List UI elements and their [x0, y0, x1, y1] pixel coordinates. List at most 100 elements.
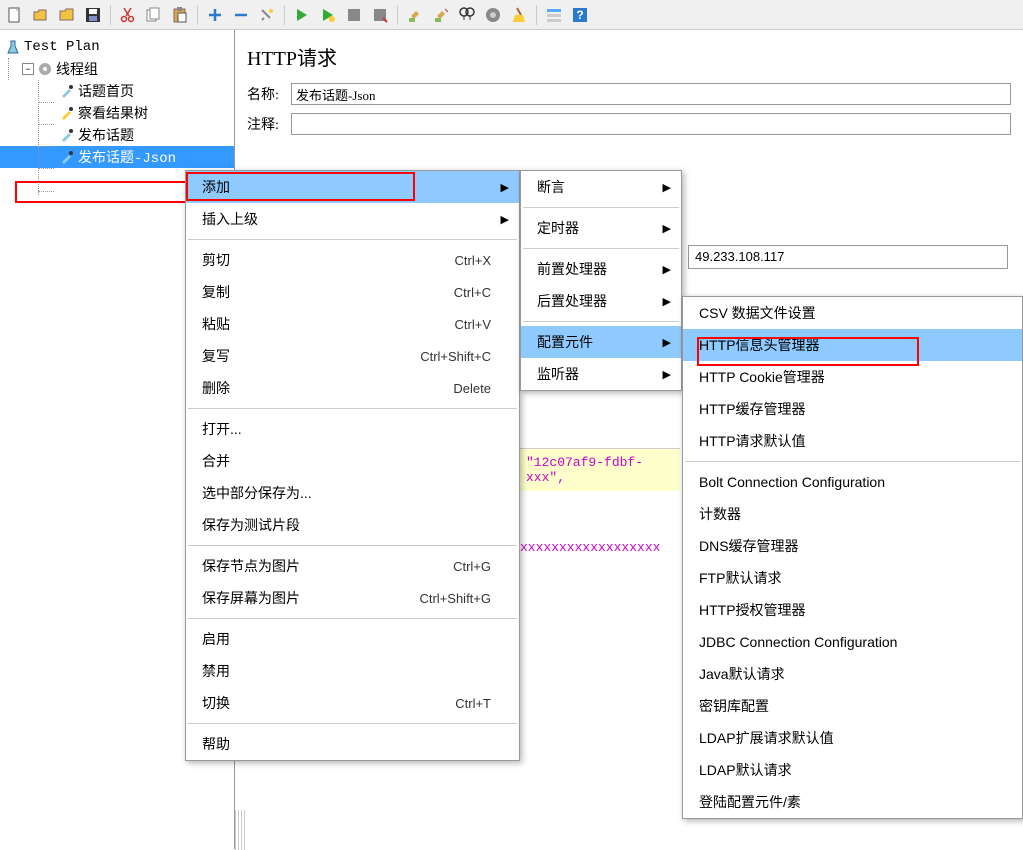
ctx-add-item[interactable]: 断言▶: [521, 171, 681, 203]
tree-thread-label: 线程组: [56, 59, 98, 79]
ctx-main-item[interactable]: 复制Ctrl+C: [186, 276, 519, 308]
ctx-add-item[interactable]: 定时器▶: [521, 212, 681, 244]
toggle-icon[interactable]: [256, 4, 278, 26]
clear-icon[interactable]: [404, 4, 426, 26]
ctx-main-item[interactable]: 剪切Ctrl+X: [186, 244, 519, 276]
menu-item-label: 保存节点为图片: [202, 556, 413, 576]
name-input[interactable]: [291, 83, 1011, 105]
context-menu-add: 断言▶定时器▶前置处理器▶后置处理器▶配置元件▶监听器▶: [520, 170, 682, 391]
run-notimer-icon[interactable]: [317, 4, 339, 26]
menu-item-label: 合并: [202, 451, 491, 471]
clear-all-icon[interactable]: [430, 4, 452, 26]
collapse-icon[interactable]: [230, 4, 252, 26]
cut-icon[interactable]: [117, 4, 139, 26]
sampler-icon: [58, 126, 76, 144]
ctx-main-item[interactable]: 打开...: [186, 413, 519, 445]
ctx-config-item[interactable]: HTTP信息头管理器: [683, 329, 1022, 361]
ctx-config-item[interactable]: CSV 数据文件设置: [683, 297, 1022, 329]
ctx-main-item[interactable]: 删除Delete: [186, 372, 519, 404]
menu-item-label: 选中部分保存为...: [202, 483, 491, 503]
menu-item-label: 打开...: [202, 419, 491, 439]
menu-item-label: 登陆配置元件/素: [699, 792, 994, 812]
ctx-main-item[interactable]: 保存为测试片段: [186, 509, 519, 541]
ctx-main-item[interactable]: 启用: [186, 623, 519, 655]
ctx-config-item[interactable]: HTTP授权管理器: [683, 594, 1022, 626]
ctx-main-item[interactable]: 帮助: [186, 728, 519, 760]
open-icon[interactable]: [30, 4, 52, 26]
stop-icon[interactable]: [343, 4, 365, 26]
submenu-arrow-icon: ▶: [663, 181, 671, 194]
ctx-main-item[interactable]: 复写 Ctrl+Shift+C: [186, 340, 519, 372]
menu-separator: [188, 239, 517, 240]
ctx-add-item[interactable]: 监听器▶: [521, 358, 681, 390]
ctx-config-item[interactable]: HTTP缓存管理器: [683, 393, 1022, 425]
tree-item-2[interactable]: 发布话题: [0, 124, 234, 146]
template-icon[interactable]: [543, 4, 565, 26]
menu-separator: [188, 408, 517, 409]
ctx-config-item[interactable]: LDAP默认请求: [683, 754, 1022, 786]
run-icon[interactable]: [291, 4, 313, 26]
comment-input[interactable]: [291, 113, 1011, 135]
tree-item-0[interactable]: 话题首页: [0, 80, 234, 102]
menu-shortcut: Ctrl+Shift+C: [420, 349, 491, 364]
help-icon[interactable]: ?: [569, 4, 591, 26]
folder-icon[interactable]: [56, 4, 78, 26]
ctx-main-item[interactable]: 保存屏幕为图片Ctrl+Shift+G: [186, 582, 519, 614]
ctx-main-item[interactable]: 切换Ctrl+T: [186, 687, 519, 719]
menu-shortcut: Ctrl+V: [455, 317, 491, 332]
menu-separator: [188, 618, 517, 619]
menu-item-label: HTTP Cookie管理器: [699, 367, 994, 387]
menu-item-label: 计数器: [699, 504, 994, 524]
ctx-main-item[interactable]: 保存节点为图片Ctrl+G: [186, 550, 519, 582]
ctx-main-item[interactable]: 插入上级▶: [186, 203, 519, 235]
server-ip-input[interactable]: 49.233.108.117: [688, 245, 1008, 269]
ctx-main-item[interactable]: 禁用: [186, 655, 519, 687]
new-file-icon[interactable]: [4, 4, 26, 26]
ctx-main-item[interactable]: 粘贴 Ctrl+V: [186, 308, 519, 340]
tree-item-1[interactable]: 察看结果树: [0, 102, 234, 124]
tree-item-3-selected[interactable]: 发布话题-Json: [0, 146, 234, 168]
ctx-config-item[interactable]: Bolt Connection Configuration: [683, 466, 1022, 498]
shutdown-icon[interactable]: [369, 4, 391, 26]
main-toolbar: ?: [0, 0, 1023, 30]
ctx-add-item[interactable]: 配置元件▶: [521, 326, 681, 358]
ctx-add-item[interactable]: 前置处理器▶: [521, 253, 681, 285]
ctx-config-item[interactable]: HTTP Cookie管理器: [683, 361, 1022, 393]
ctx-main-item[interactable]: 选中部分保存为...: [186, 477, 519, 509]
ctx-add-item[interactable]: 后置处理器▶: [521, 285, 681, 317]
ctx-config-item[interactable]: Java默认请求: [683, 658, 1022, 690]
menu-item-label: CSV 数据文件设置: [699, 303, 994, 323]
splitter-handle[interactable]: [235, 810, 245, 850]
broom-icon[interactable]: [508, 4, 530, 26]
ctx-config-item[interactable]: 计数器: [683, 498, 1022, 530]
menu-item-label: 监听器: [537, 364, 653, 384]
collapse-btn[interactable]: −: [22, 63, 34, 75]
ctx-config-item[interactable]: HTTP请求默认值: [683, 425, 1022, 457]
menu-item-label: 保存为测试片段: [202, 515, 491, 535]
menu-item-label: 删除: [202, 378, 413, 398]
menu-item-label: 定时器: [537, 218, 653, 238]
menu-item-label: 复写: [202, 346, 380, 366]
copy-icon[interactable]: [143, 4, 165, 26]
ctx-config-item[interactable]: JDBC Connection Configuration: [683, 626, 1022, 658]
ctx-config-item[interactable]: FTP默认请求: [683, 562, 1022, 594]
menu-item-label: 粘贴: [202, 314, 415, 334]
search-icon[interactable]: [456, 4, 478, 26]
svg-text:?: ?: [576, 8, 583, 22]
menu-item-label: 插入上级: [202, 209, 491, 229]
ctx-config-item[interactable]: DNS缓存管理器: [683, 530, 1022, 562]
paste-icon[interactable]: [169, 4, 191, 26]
menu-item-label: 禁用: [202, 661, 491, 681]
ctx-config-item[interactable]: LDAP扩展请求默认值: [683, 722, 1022, 754]
name-label: 名称:: [247, 84, 291, 104]
func-helper-icon[interactable]: [482, 4, 504, 26]
ctx-main-item[interactable]: 添加▶: [186, 171, 519, 203]
menu-item-label: 添加: [202, 177, 491, 197]
save-icon[interactable]: [82, 4, 104, 26]
tree-thread-group[interactable]: − 线程组: [0, 58, 234, 80]
ctx-config-item[interactable]: 密钥库配置: [683, 690, 1022, 722]
expand-icon[interactable]: [204, 4, 226, 26]
ctx-main-item[interactable]: 合并: [186, 445, 519, 477]
ctx-config-item[interactable]: 登陆配置元件/素: [683, 786, 1022, 818]
tree-root[interactable]: Test Plan: [0, 36, 234, 58]
